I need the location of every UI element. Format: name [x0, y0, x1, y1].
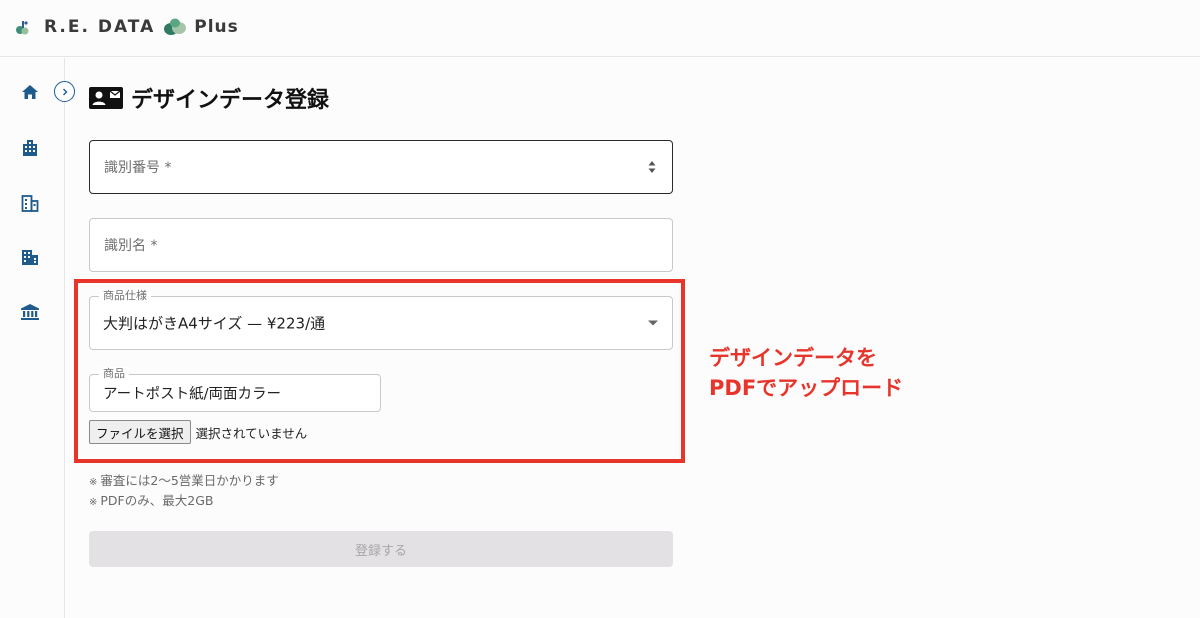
annotation-line-1: デザインデータを: [709, 346, 877, 370]
review-note: ※ 審査には2〜5営業日かかります: [89, 470, 279, 489]
sidebar-toggle-button[interactable]: [54, 81, 75, 102]
annotation: デザインデータを PDFでアップロード: [709, 343, 949, 403]
product-spec-value: 大判はがきA4サイズ — ¥223/通: [103, 314, 326, 333]
id-number-placeholder: 識別番号 *: [104, 160, 172, 176]
id-number-input[interactable]: 識別番号 *: [89, 140, 673, 194]
home-icon[interactable]: [20, 82, 40, 102]
header: R.E. DATA Plus: [0, 0, 1200, 57]
file-status: 選択されていません: [195, 425, 308, 441]
product-spec-select[interactable]: 商品仕様 大判はがきA4サイズ — ¥223/通: [89, 289, 673, 350]
note-mark: ※: [89, 477, 98, 488]
file-limit-note-text: PDFのみ、最大2GB: [100, 493, 214, 508]
note-mark: ※: [89, 497, 98, 508]
sidebar: [0, 58, 65, 618]
choose-file-button[interactable]: ファイルを選択: [89, 420, 191, 444]
file-limit-note: ※ PDFのみ、最大2GB: [89, 490, 213, 509]
id-name-input[interactable]: 識別名 *: [89, 218, 673, 272]
logo-plus: Plus: [194, 17, 239, 37]
product-spec-label: 商品仕様: [99, 289, 151, 303]
building-icon[interactable]: [20, 138, 40, 158]
annotation-line-2: PDFでアップロード: [709, 376, 904, 400]
register-button[interactable]: 登録する: [89, 531, 673, 567]
page-header: デザインデータ登録: [89, 82, 329, 114]
page-title: デザインデータ登録: [131, 88, 330, 113]
bank-icon[interactable]: [20, 302, 40, 322]
office-icon[interactable]: [20, 193, 40, 213]
city-icon[interactable]: [20, 247, 40, 267]
review-note-text: 審査には2〜5営業日かかります: [100, 473, 279, 488]
leaf-icon: [164, 18, 187, 35]
logo-text: R.E. DATA: [44, 17, 156, 37]
dropdown-arrow-icon: [648, 320, 658, 326]
product-field[interactable]: 商品 アートポスト紙/両面カラー: [89, 367, 381, 412]
product-value: アートポスト紙/両面カラー: [103, 386, 282, 403]
file-picker: ファイルを選択 選択されていません: [89, 420, 307, 444]
logo[interactable]: R.E. DATA Plus: [14, 13, 239, 41]
chevron-right-icon: [62, 88, 67, 95]
spinner-arrows-icon: [648, 161, 656, 173]
logo-mark-icon: [16, 21, 29, 35]
product-label: 商品: [99, 367, 129, 381]
contact-card-icon: [89, 87, 123, 109]
number-spinner[interactable]: [646, 157, 658, 177]
id-name-placeholder: 識別名 *: [104, 238, 158, 254]
